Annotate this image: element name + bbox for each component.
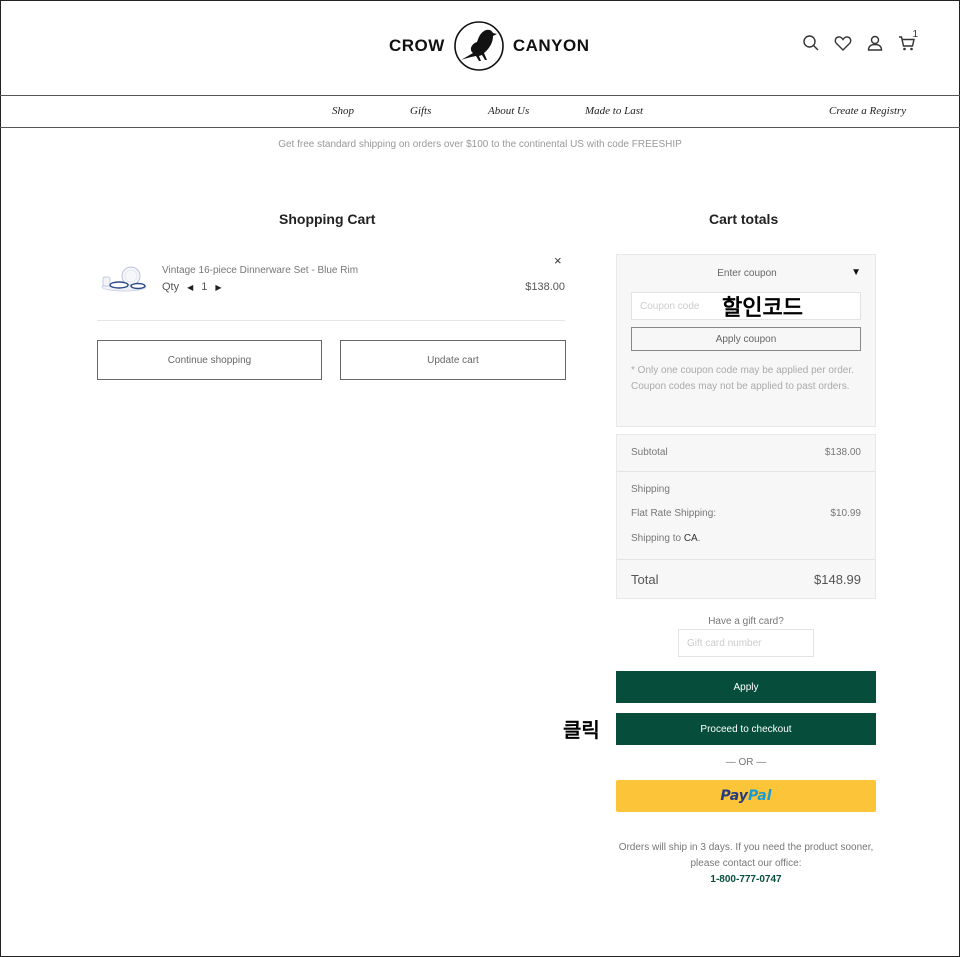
apply-coupon-button[interactable]: Apply coupon (631, 327, 861, 351)
totals-divider (617, 471, 875, 472)
shipping-note: Orders will ship in 3 days. If you need … (616, 840, 876, 888)
nav-item-made-to-last[interactable]: Made to Last (585, 105, 643, 117)
shipping-to-suffix: . (697, 533, 701, 544)
site-header: CROW CANYON 1 (0, 0, 960, 96)
coupon-panel: Enter coupon ▼ Apply coupon * Only one c… (616, 254, 876, 427)
qty-value: 1 (201, 281, 208, 293)
qty-increase-icon[interactable]: ▶ (215, 283, 221, 292)
coupon-code-annotation: 할인코드 (722, 296, 803, 321)
shipping-note-text: Orders will ship in 3 days. If you need … (618, 842, 874, 869)
coupon-toggle-icon[interactable]: ▼ (851, 267, 861, 278)
cart-item-price: $138.00 (525, 281, 565, 293)
nav-item-create-registry[interactable]: Create a Registry (829, 105, 906, 117)
nav-item-about-us[interactable]: About Us (488, 105, 529, 117)
shipping-region: CA (683, 533, 698, 544)
paypal-button[interactable]: Pay Pal (616, 780, 876, 812)
flat-rate-row: Flat Rate Shipping: $10.99 (631, 508, 861, 519)
remove-item-icon[interactable]: × (554, 253, 562, 268)
quantity-stepper: Qty ◀ 1 ▶ (162, 281, 222, 293)
shipping-to-prefix: Shipping to (631, 533, 682, 544)
gift-card-label: Have a gift card? (708, 616, 784, 627)
shipping-to-row: Shipping to CA. (631, 533, 861, 544)
coupon-note: * Only one coupon code may be applied pe… (631, 365, 854, 392)
qty-label: Qty (162, 281, 180, 293)
promo-banner: Get free standard shipping on orders ove… (278, 139, 682, 150)
coupon-header[interactable]: Enter coupon (617, 268, 877, 279)
header-icon-group (802, 34, 916, 52)
brand-logo[interactable]: CROW CANYON (389, 20, 590, 72)
subtotal-value: $138.00 (824, 447, 861, 458)
shipping-row: Shipping (631, 484, 861, 495)
totals-divider (617, 559, 875, 560)
apply-gift-card-button[interactable]: Apply (616, 671, 876, 703)
product-thumbnail[interactable] (100, 263, 148, 293)
nav-item-gifts[interactable]: Gifts (410, 105, 431, 117)
subtotal-label: Subtotal (631, 447, 668, 458)
subtotal-row: Subtotal $138.00 (631, 447, 861, 458)
total-value: $148.99 (814, 572, 861, 587)
flat-rate-label: Flat Rate Shipping: (631, 508, 717, 519)
cart-count-badge: 1 (912, 29, 918, 40)
or-separator: — OR — (725, 757, 767, 768)
totals-panel: Subtotal $138.00 Shipping Flat Rate Ship… (616, 434, 876, 599)
crow-logo-icon (454, 21, 504, 71)
paypal-logo-pay: Pay (720, 788, 748, 804)
cart-item-name[interactable]: Vintage 16-piece Dinnerware Set - Blue R… (162, 265, 358, 276)
cart-totals-title: Cart totals (709, 211, 779, 227)
proceed-to-checkout-button[interactable]: Proceed to checkout (616, 713, 876, 745)
shipping-label: Shipping (631, 484, 670, 495)
heart-icon[interactable] (834, 34, 852, 52)
search-icon[interactable] (802, 34, 820, 52)
office-phone-link[interactable]: 1-800-777-0747 (616, 872, 876, 888)
nav-item-shop[interactable]: Shop (332, 105, 354, 117)
qty-decrease-icon[interactable]: ◀ (187, 283, 193, 292)
gift-card-input[interactable] (678, 629, 814, 657)
shopping-cart-title: Shopping Cart (279, 211, 376, 227)
main-nav: Shop Gifts About Us Made to Last Create … (0, 96, 960, 128)
cart-divider (97, 320, 565, 321)
paypal-logo-pal: Pal (747, 788, 772, 804)
brand-word-left: CROW (389, 36, 445, 55)
user-icon[interactable] (866, 34, 884, 52)
total-label: Total (631, 572, 659, 587)
brand-word-right: CANYON (512, 36, 590, 55)
click-annotation: 클릭 (563, 718, 600, 742)
total-row: Total $148.99 (631, 572, 861, 587)
update-cart-button[interactable]: Update cart (340, 340, 566, 380)
continue-shopping-button[interactable]: Continue shopping (97, 340, 322, 380)
flat-rate-value: $10.99 (830, 508, 861, 519)
